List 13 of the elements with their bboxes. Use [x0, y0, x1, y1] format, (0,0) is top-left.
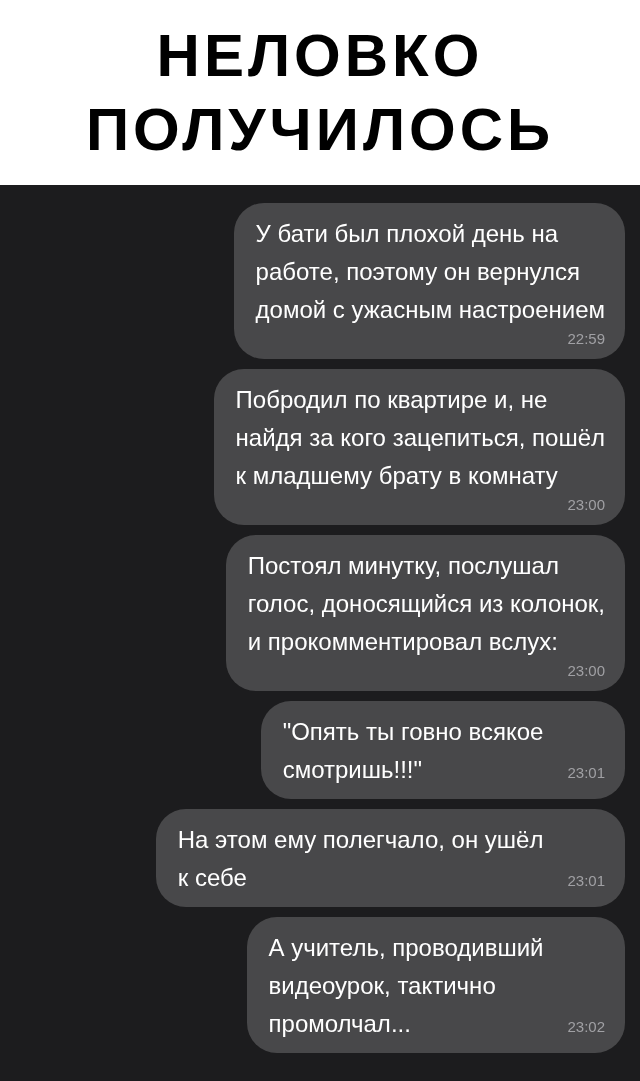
message-time: 23:02: [567, 1017, 605, 1037]
message-time: 22:59: [567, 329, 605, 349]
message-time: 23:00: [567, 661, 605, 681]
message-text: На этом ему полегчало, он ушёл к себе: [177, 825, 544, 893]
message-text: Постоял минутку, послушал голос, доносящийся из колонок, и прокомментировал вслух:: [247, 551, 605, 657]
message-time: 23:01: [567, 763, 605, 783]
message-time: 23:00: [567, 495, 605, 515]
message-text: А учитель, проводивший видеоурок, тактично промолчал...: [268, 933, 544, 1039]
message-time: 23:01: [567, 871, 605, 891]
message-text: У бати был плохой день на работе, поэтому он вернулся домой с ужасным настроением: [255, 219, 605, 325]
message-text: Побродил по квартире и, не найдя за кого зацепиться, пошёл к младшему брату в комнату: [235, 385, 605, 491]
message-text: "Опять ты говно всякое смотришь!!!": [282, 717, 544, 785]
meme-title: НЕЛОВКО ПОЛУЧИЛОСЬ: [85, 20, 555, 165]
